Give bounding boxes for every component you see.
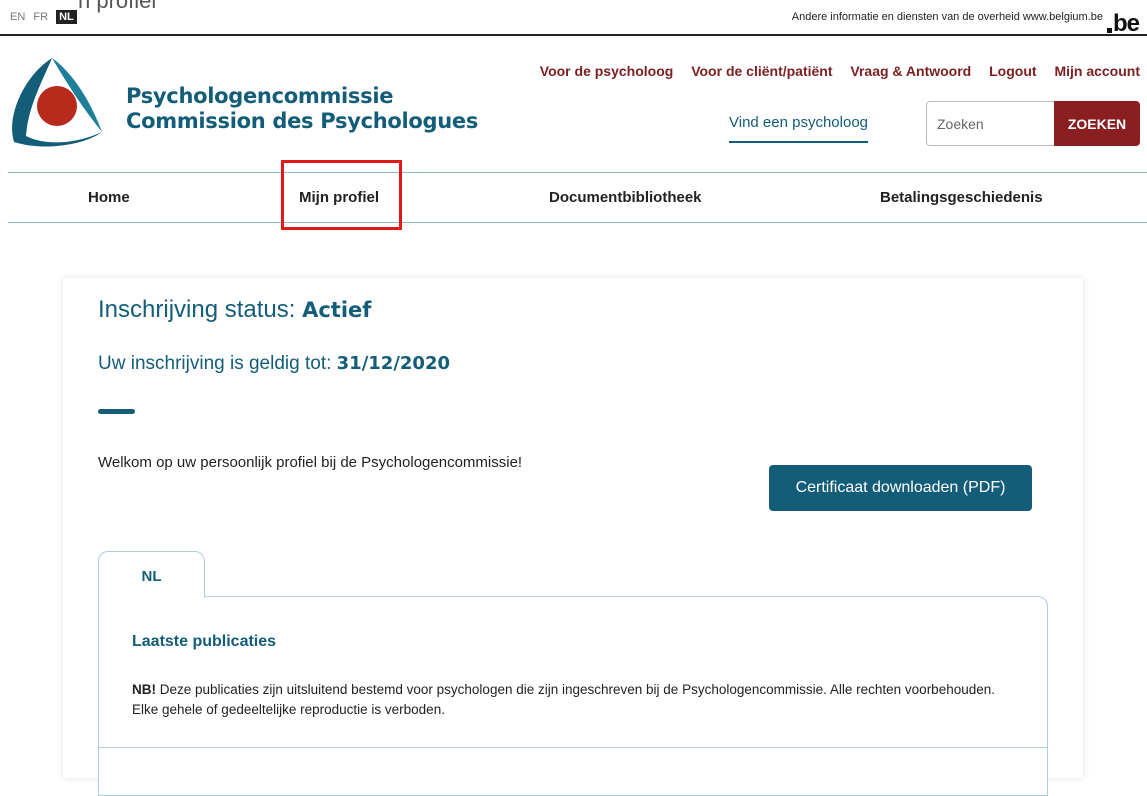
registration-status: Inschrijving status: Actief — [98, 296, 371, 324]
link-voor-de-psycholoog[interactable]: Voor de psycholoog — [540, 63, 674, 79]
brand-line-fr: Commission des Psychologues — [126, 109, 479, 133]
lang-nl[interactable]: NL — [56, 10, 77, 24]
publications-title: Laatste publicaties — [132, 633, 277, 650]
welcome-text: Welkom op uw persoonlijk profiel bij de … — [98, 454, 523, 471]
valid-label: Uw inschrijving is geldig tot: — [98, 353, 332, 374]
be-dot-icon — [1106, 28, 1112, 33]
belgium-be-logo[interactable]: be — [1106, 12, 1140, 36]
publications-note: NB! Deze publicaties zijn uitsluitend be… — [132, 680, 1012, 720]
nav-documentbibliotheek[interactable]: Documentbibliotheek — [549, 189, 702, 206]
main-navigation: Home Mijn profiel Documentbibliotheek Be… — [8, 172, 1147, 223]
note-text: Deze publicaties zijn uitsluitend bestem… — [132, 682, 995, 717]
tab-nl[interactable]: NL — [98, 551, 205, 598]
lang-fr[interactable]: FR — [33, 11, 48, 23]
link-voor-de-client[interactable]: Voor de cliënt/patiënt — [691, 63, 832, 79]
status-label: Inschrijving status: — [98, 296, 296, 323]
federal-info-link[interactable]: Andere informatie en diensten van de ove… — [792, 11, 1103, 23]
link-mijn-account[interactable]: Mijn account — [1054, 63, 1140, 79]
publications-panel: Laatste publicaties NB! Deze publicaties… — [98, 596, 1048, 796]
download-certificate-button[interactable]: Certificaat downloaden (PDF) — [769, 465, 1032, 511]
lang-en[interactable]: EN — [10, 11, 25, 23]
search-input[interactable] — [926, 101, 1054, 146]
find-psychologist-link[interactable]: Vind een psycholoog — [729, 114, 868, 143]
note-prefix: NB! — [132, 682, 156, 697]
link-vraag-antwoord[interactable]: Vraag & Antwoord — [850, 63, 971, 79]
nav-betalingsgeschiedenis[interactable]: Betalingsgeschiedenis — [880, 189, 1043, 206]
cut-off-title: n profiel — [78, 0, 157, 13]
language-switcher: EN FR NL — [10, 10, 82, 24]
search-button[interactable]: ZOEKEN — [1054, 101, 1140, 146]
accent-divider — [98, 409, 135, 414]
psychologencommissie-logo-icon[interactable] — [6, 56, 106, 148]
brand-line-nl: Psychologencommissie — [126, 84, 394, 108]
profile-card: Inschrijving status: Actief Uw inschrijv… — [63, 278, 1083, 796]
brand-name[interactable]: Psychologencommissie Commission des Psyc… — [126, 84, 478, 134]
link-logout[interactable]: Logout — [989, 63, 1036, 79]
panel-divider — [99, 747, 1047, 748]
nav-mijn-profiel[interactable]: Mijn profiel — [299, 189, 379, 206]
top-navigation: Voor de psycholoog Voor de cliënt/patiën… — [526, 63, 1140, 79]
valid-date: 31/12/2020 — [336, 353, 450, 374]
nav-home[interactable]: Home — [88, 189, 130, 206]
federal-bar: n profiel EN FR NL Andere informatie en … — [0, 0, 1147, 36]
status-value: Actief — [302, 298, 372, 322]
registration-validity: Uw inschrijving is geldig tot: 31/12/202… — [98, 353, 450, 375]
